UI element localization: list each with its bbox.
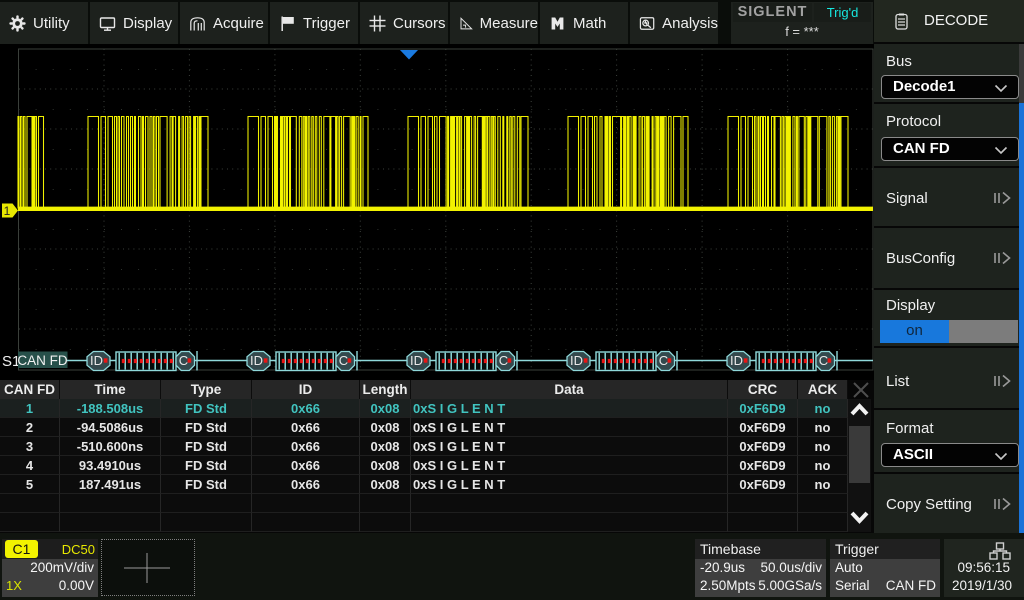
svg-text:ID: ID — [90, 353, 103, 368]
svg-text:ID: ID — [250, 353, 263, 368]
svg-text:C: C — [819, 353, 828, 368]
svg-text:C: C — [339, 353, 348, 368]
svg-text:CAN FD: CAN FD — [17, 353, 68, 368]
svg-text:C: C — [179, 353, 188, 368]
svg-text:ID: ID — [410, 353, 423, 368]
svg-text:ID: ID — [570, 353, 583, 368]
svg-text:1: 1 — [4, 204, 11, 218]
svg-text:C: C — [499, 353, 508, 368]
svg-text:C: C — [659, 353, 668, 368]
svg-text:ID: ID — [730, 353, 743, 368]
